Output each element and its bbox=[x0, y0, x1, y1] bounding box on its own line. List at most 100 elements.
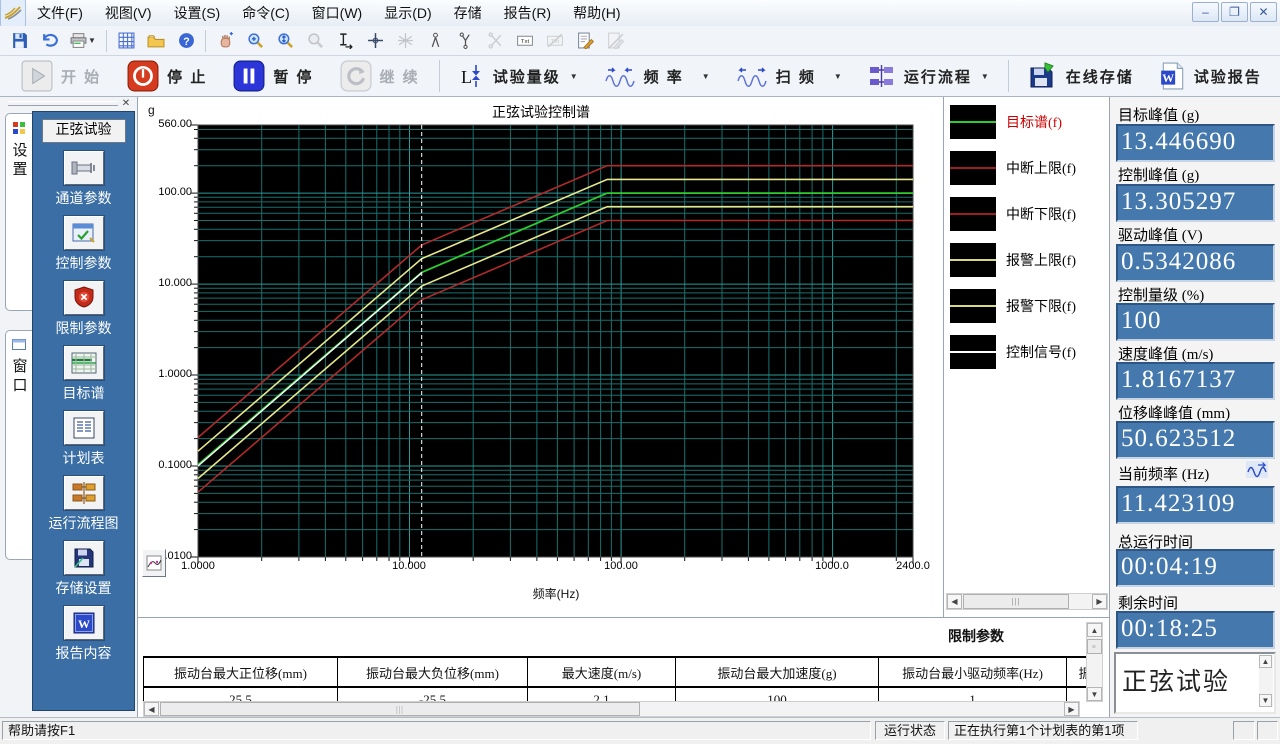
legend-h-scrollbar[interactable]: ◀ ||| ▶ bbox=[946, 593, 1108, 610]
scroll-down-icon[interactable]: ▼ bbox=[1259, 694, 1272, 707]
test-name-scrollbar[interactable]: ▲ ▼ bbox=[1259, 655, 1273, 707]
online-store-button[interactable]: 在线存储 bbox=[1015, 56, 1147, 96]
scroll-thumb[interactable]: ≡ bbox=[1087, 639, 1102, 654]
zoom-reset-icon[interactable] bbox=[300, 27, 330, 55]
pause-button[interactable]: 暂 停 bbox=[220, 56, 326, 96]
scroll-thumb[interactable]: ||| bbox=[963, 594, 1069, 609]
help-icon[interactable]: ? bbox=[171, 27, 201, 55]
control-level-value: 100 bbox=[1116, 303, 1275, 341]
close-button[interactable]: ✕ bbox=[1250, 2, 1277, 22]
zoom-vertical-icon[interactable] bbox=[270, 27, 300, 55]
y-tick: 100.00 bbox=[140, 186, 192, 198]
menu-file[interactable]: 文件(F) bbox=[26, 1, 94, 26]
scroll-up-icon[interactable]: ▲ bbox=[1087, 623, 1102, 637]
menu-storage[interactable]: 存储 bbox=[443, 1, 493, 26]
menu-report[interactable]: 报告(R) bbox=[493, 1, 562, 26]
displacement-peak-value: 50.623512 bbox=[1116, 421, 1275, 459]
stop-button[interactable]: 停 止 bbox=[114, 56, 220, 96]
legend-item-abort-upper[interactable]: 中断上限(f) bbox=[950, 151, 1076, 185]
menu-settings[interactable]: 设置(S) bbox=[163, 1, 232, 26]
limit-params-icon bbox=[64, 281, 104, 315]
scroll-right-icon[interactable]: ▶ bbox=[1092, 594, 1107, 609]
sidebar-item-target-spectrum[interactable]: 目标谱 bbox=[33, 338, 134, 403]
menu-help[interactable]: 帮助(H) bbox=[562, 1, 631, 26]
run-flow-dropdown[interactable]: 运行流程▼ bbox=[855, 56, 1002, 96]
velocity-peak-value: 1.8167137 bbox=[1116, 362, 1275, 400]
svg-text:W: W bbox=[78, 617, 90, 631]
application-window: 文件(F) 视图(V) 设置(S) 命令(C) 窗口(W) 显示(D) 存储 报… bbox=[0, 0, 1280, 744]
menu-command[interactable]: 命令(C) bbox=[231, 1, 300, 26]
legend-item-abort-lower[interactable]: 中断下限(f) bbox=[950, 197, 1076, 231]
edit-note-icon[interactable] bbox=[570, 27, 600, 55]
settings-tab-icon bbox=[13, 122, 25, 134]
sidebar-item-report-content[interactable]: W 报告内容 bbox=[33, 598, 134, 663]
delete-text-label-icon[interactable]: Txt bbox=[540, 27, 570, 55]
grid-display-icon[interactable] bbox=[111, 27, 141, 55]
single-cursor-icon[interactable] bbox=[420, 27, 450, 55]
legend-swatch bbox=[950, 105, 996, 139]
measure-icon[interactable] bbox=[330, 27, 360, 55]
legend-swatch bbox=[950, 197, 996, 231]
test-level-dropdown[interactable]: L 试验量级▼ bbox=[446, 56, 591, 96]
frequency-dropdown[interactable]: 频 率▼ bbox=[591, 56, 723, 96]
app-logo-icon bbox=[0, 0, 26, 27]
save-icon[interactable] bbox=[4, 27, 34, 55]
double-cursor-icon[interactable] bbox=[450, 27, 480, 55]
legend-item-alarm-upper[interactable]: 报警上限(f) bbox=[950, 243, 1076, 277]
control-bar: 开 始 停 止 暂 停 继 续 L 试验量级▼ 频 率▼ 扫 频▼ 运 bbox=[0, 56, 1280, 97]
menu-view[interactable]: 视图(V) bbox=[94, 1, 163, 26]
frequency-wave-icon[interactable] bbox=[1246, 461, 1268, 483]
legend-item-alarm-lower[interactable]: 报警下限(f) bbox=[950, 289, 1076, 323]
test-level-icon: L bbox=[459, 63, 485, 89]
crosshair-icon[interactable] bbox=[360, 27, 390, 55]
chart-tool-button[interactable] bbox=[142, 549, 166, 577]
tab-window[interactable]: 窗口 bbox=[5, 330, 32, 560]
sidebar-item-channel-params[interactable]: 通道参数 bbox=[33, 143, 134, 208]
sidebar-item-control-params[interactable]: 控制参数 bbox=[33, 208, 134, 273]
print-icon[interactable]: ▼ bbox=[64, 27, 102, 55]
print-dropdown-arrow-icon[interactable]: ▼ bbox=[88, 36, 96, 45]
tab-settings[interactable]: 设置 bbox=[5, 113, 32, 311]
test-report-button[interactable]: W 试验报告 bbox=[1147, 56, 1275, 96]
delete-cursor-icon[interactable] bbox=[480, 27, 510, 55]
pan-hand-icon[interactable] bbox=[210, 27, 240, 55]
sidebar-item-storage-settings[interactable]: 存储设置 bbox=[33, 533, 134, 598]
sidebar-grip[interactable] bbox=[8, 101, 118, 106]
scroll-right-icon[interactable]: ▶ bbox=[1064, 702, 1079, 716]
sidebar-item-limit-params[interactable]: 限制参数 bbox=[33, 273, 134, 338]
minimize-button[interactable]: – bbox=[1192, 2, 1219, 22]
sidebar-item-schedule[interactable]: 计划表 bbox=[33, 403, 134, 468]
scroll-up-icon[interactable]: ▲ bbox=[1259, 655, 1272, 668]
marker-star-icon[interactable] bbox=[390, 27, 420, 55]
delete-note-icon[interactable] bbox=[600, 27, 630, 55]
menu-window[interactable]: 窗口(W) bbox=[301, 1, 374, 26]
readout-label: 当前频率 (Hz) bbox=[1118, 463, 1209, 484]
menu-display[interactable]: 显示(D) bbox=[373, 1, 442, 26]
pause-icon bbox=[233, 60, 265, 92]
sweep-dropdown[interactable]: 扫 频▼ bbox=[723, 56, 855, 96]
sidebar-close-icon[interactable]: ✕ bbox=[119, 97, 133, 110]
legend-item-target[interactable]: 目标谱(f) bbox=[950, 105, 1062, 139]
legend-item-control-signal[interactable]: 控制信号(f) bbox=[950, 335, 1076, 369]
online-store-icon bbox=[1028, 61, 1058, 91]
start-button[interactable]: 开 始 bbox=[8, 56, 114, 96]
legend-swatch bbox=[950, 335, 996, 369]
readout-label: 控制量级 (%) bbox=[1118, 284, 1204, 305]
scroll-left-icon[interactable]: ◀ bbox=[144, 702, 159, 716]
legend-swatch bbox=[950, 151, 996, 185]
table-v-scrollbar[interactable]: ▲ ≡ ▼ bbox=[1086, 622, 1103, 702]
scroll-thumb[interactable]: ||| bbox=[160, 702, 640, 716]
table-h-scrollbar[interactable]: ◀ ||| ▶ bbox=[143, 701, 1080, 717]
scroll-down-icon[interactable]: ▼ bbox=[1087, 687, 1102, 701]
restore-button[interactable]: ❐ bbox=[1221, 2, 1248, 22]
sidebar-item-run-flowchart[interactable]: 运行流程图 bbox=[33, 468, 134, 533]
undo-icon[interactable] bbox=[34, 27, 64, 55]
target-peak-value: 13.446690 bbox=[1116, 124, 1275, 162]
run-state-message: 正在执行第1个计划表的第1项 bbox=[948, 721, 1138, 740]
text-label-icon[interactable]: Txt bbox=[510, 27, 540, 55]
open-curve-icon[interactable] bbox=[141, 27, 171, 55]
resume-button[interactable]: 继 续 bbox=[327, 56, 433, 96]
readout-label: 位移峰峰值 (mm) bbox=[1118, 402, 1230, 423]
zoom-in-icon[interactable] bbox=[240, 27, 270, 55]
scroll-left-icon[interactable]: ◀ bbox=[947, 594, 962, 609]
